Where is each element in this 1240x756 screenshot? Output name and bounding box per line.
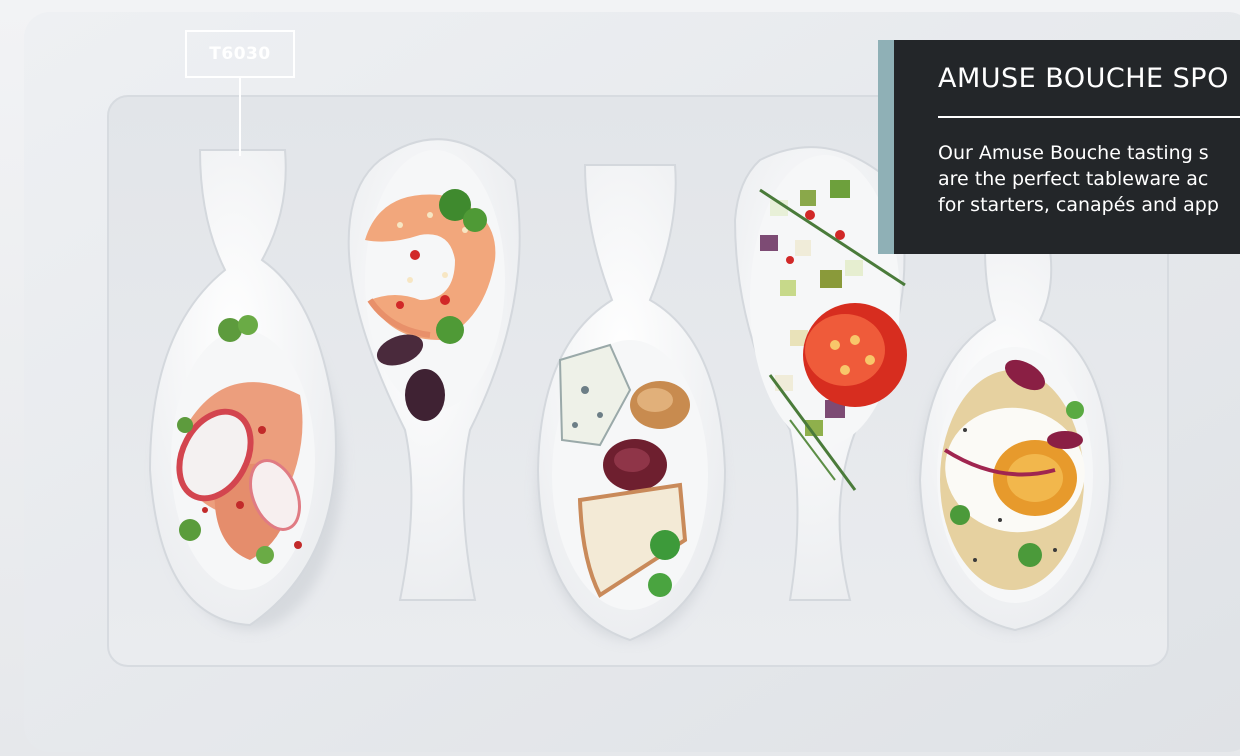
title-divider [938, 116, 1240, 118]
info-description: Our Amuse Bouche tasting s are the perfe… [938, 140, 1240, 218]
code-tag-pointer-line [239, 78, 241, 156]
info-title: AMUSE BOUCHE SPO [938, 63, 1229, 94]
product-photo-canvas: T6030 AMUSE BOUCHE SPO Our Amuse Bouche … [0, 0, 1240, 756]
product-code-tag: T6030 [185, 30, 295, 78]
description-line: Our Amuse Bouche tasting s [938, 142, 1209, 164]
description-line: for starters, canapés and app [938, 194, 1219, 216]
description-line: are the perfect tableware ac [938, 168, 1209, 190]
info-panel: AMUSE BOUCHE SPO Our Amuse Bouche tastin… [878, 40, 1240, 254]
